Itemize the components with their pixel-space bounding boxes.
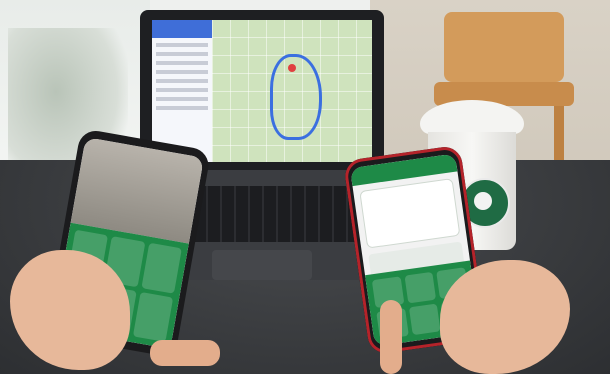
cup-logo-center <box>474 192 492 210</box>
finger <box>150 340 220 366</box>
map-sidebar-row <box>156 43 208 47</box>
app-menu-tile <box>141 242 182 294</box>
route-path <box>270 54 322 140</box>
map-sidebar-row <box>156 88 208 92</box>
photo-scene <box>0 0 610 374</box>
app-info-card <box>359 178 461 249</box>
app-menu-tile <box>404 271 437 304</box>
map-sidebar-row <box>156 52 208 56</box>
map-sidebar-header <box>152 20 212 38</box>
map-sidebar-row <box>156 106 208 110</box>
map-canvas <box>212 20 372 162</box>
laptop-screen-map-app <box>152 20 372 162</box>
app-menu-tile <box>132 291 174 342</box>
map-sidebar <box>152 20 212 162</box>
chair-back <box>444 12 564 82</box>
map-sidebar-row <box>156 97 208 101</box>
finger <box>380 300 402 374</box>
app-menu-tile <box>408 303 441 336</box>
map-pin-icon <box>288 64 296 72</box>
laptop-trackpad <box>212 250 312 280</box>
map-sidebar-row <box>156 61 208 65</box>
cup-lid <box>420 100 524 134</box>
map-sidebar-row <box>156 70 208 74</box>
map-sidebar-row <box>156 79 208 83</box>
